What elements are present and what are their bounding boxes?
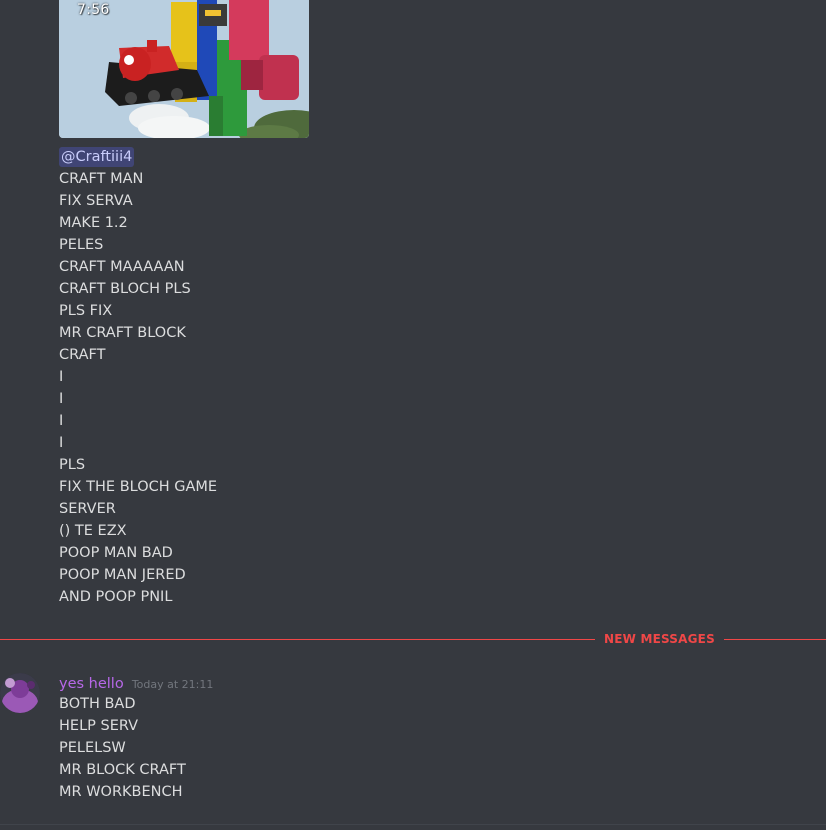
message-line: HELP SERV <box>59 718 139 734</box>
message-line: BOTH BAD <box>59 696 136 712</box>
message-separator <box>0 824 826 825</box>
message-line: I <box>59 369 64 385</box>
message-line: CRAFT MAN <box>59 171 144 187</box>
message-line: CRAFT MAAAAAN <box>59 259 185 275</box>
message-line: AND POOP PNIL <box>59 589 173 605</box>
message-line: PELES <box>59 237 104 253</box>
message-line: PELELSW <box>59 740 126 756</box>
message-line: FIX THE BLOCH GAME <box>59 479 218 495</box>
message-line: MR CRAFT BLOCK <box>59 325 186 341</box>
message-line: MR WORKBENCH <box>59 784 183 800</box>
chat-messages-area[interactable]: 7:56 @Craftiii4 CRAFT MAN FIX SERVA MAKE… <box>0 0 826 830</box>
message-line: SERVER <box>59 501 116 517</box>
message-line: POOP MAN BAD <box>59 545 173 561</box>
message-timestamp: Today at 21:11 <box>131 678 214 691</box>
new-message-content: BOTH BAD HELP SERV PELELSW MR BLOCK CRAF… <box>59 693 759 803</box>
new-messages-label: NEW MESSAGES <box>595 631 724 648</box>
message-line: () TE EZX <box>59 523 127 539</box>
previous-message-content: @Craftiii4 CRAFT MAN FIX SERVA MAKE 1.2 … <box>59 146 759 608</box>
mention-line: @Craftiii4 <box>59 146 759 168</box>
message-line: PLS FIX <box>59 303 113 319</box>
message-line: PLS <box>59 457 86 473</box>
robot-train-image <box>59 0 309 138</box>
message-line: I <box>59 435 64 451</box>
message-line: I <box>59 391 64 407</box>
message-line: FIX SERVA <box>59 193 133 209</box>
message-line: CRAFT <box>59 347 106 363</box>
video-embed-thumbnail[interactable]: 7:56 <box>59 0 309 138</box>
message-line: POOP MAN JERED <box>59 567 186 583</box>
video-duration: 7:56 <box>77 2 110 18</box>
avatar-icon <box>0 673 40 713</box>
message-line: MAKE 1.2 <box>59 215 128 231</box>
message-line: CRAFT BLOCH PLS <box>59 281 191 297</box>
user-mention[interactable]: @Craftiii4 <box>59 147 135 167</box>
message-line: MR BLOCK CRAFT <box>59 762 186 778</box>
username[interactable]: yes hello <box>59 676 124 692</box>
message-header: yes hello Today at 21:11 <box>59 672 213 694</box>
message-line: I <box>59 413 64 429</box>
user-avatar[interactable] <box>0 673 40 713</box>
